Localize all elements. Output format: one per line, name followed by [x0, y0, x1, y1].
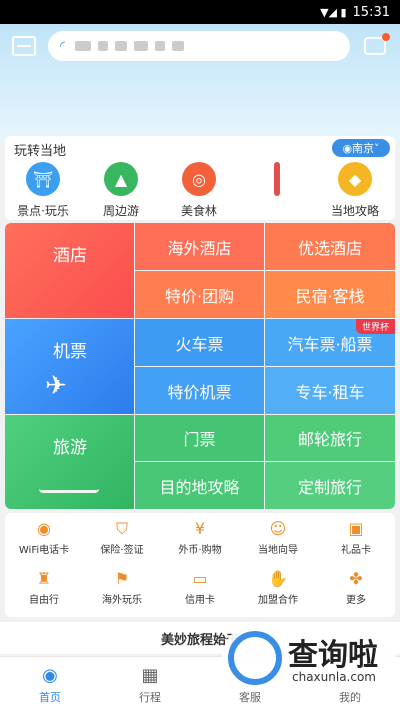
mountain-icon: ▲ [104, 162, 138, 196]
overseas-hotel-button[interactable]: 海外酒店 [135, 223, 264, 270]
more-icon: ✤ [349, 569, 363, 588]
opera-house-icon [39, 459, 99, 493]
guide-hat-icon: ☺ [269, 519, 287, 538]
scan-icon[interactable] [12, 36, 36, 56]
train-ticket-button[interactable]: 火车票 [135, 319, 264, 366]
currency-icon: ¥ [194, 519, 206, 538]
destination-guide-button[interactable]: 目的地攻略 [135, 462, 264, 509]
entry-guide[interactable]: ◆ 当地攻略 [321, 162, 389, 219]
service-overseas-fun[interactable]: ⚑ 海外玩乐 [83, 567, 161, 606]
luggage-icon: ♜ [36, 569, 52, 588]
status-bar: ▼◢ ▮ 15:31 [0, 0, 400, 24]
entry-sights[interactable]: ⛩ 景点·玩乐 [9, 162, 77, 219]
main-grid: 酒店 海外酒店 优选酒店 特价·团购 民宿·客栈 机票 ✈ 火车票 汽车票·船票… [5, 223, 395, 509]
home-icon: ◉ [42, 665, 58, 686]
city-selector[interactable]: ◉ 南京 ˅ [332, 139, 390, 157]
flight-button[interactable]: 机票 [5, 319, 134, 414]
special-groupbuy-button[interactable]: 特价·团购 [135, 271, 264, 318]
play-icon: ⚑ [114, 569, 130, 588]
watermark-title: 查询啦 [288, 638, 378, 673]
handshake-icon: ✋ [268, 569, 288, 588]
gift-card-icon: ▣ [348, 519, 364, 538]
wifi-icon: ◉ [37, 519, 51, 538]
world-cup-badge: 世界杯 [355, 319, 395, 334]
chevron-down-icon: ˅ [374, 141, 380, 155]
tab-home[interactable]: ◉ 首页 [10, 663, 90, 705]
car-rental-button[interactable]: 专车·租车 [265, 367, 395, 414]
status-time: 15:31 [352, 4, 390, 20]
services-card: ◉ WiFi电话卡 ⛉ 保险·签证 ¥ 外币·购物 ☺ 当地向导 ▣ 礼品卡 ♜ 自由行 ⚑… [5, 513, 395, 617]
service-currency[interactable]: ¥ 外币·购物 [161, 517, 239, 556]
signal-icon: ▼◢ ▮ [320, 5, 347, 19]
service-free-travel[interactable]: ♜ 自由行 [5, 567, 83, 606]
service-gift-card[interactable]: ▣ 礼品卡 [317, 517, 395, 556]
entry-partial[interactable] [243, 162, 311, 202]
guide-icon: ◆ [338, 162, 372, 196]
preferred-hotel-button[interactable]: 优选酒店 [265, 223, 395, 270]
entry-nearby[interactable]: ▲ 周边游 [87, 162, 155, 219]
service-insurance[interactable]: ⛉ 保险·签证 [83, 517, 161, 556]
custom-travel-button[interactable]: 定制旅行 [265, 462, 395, 509]
watermark: 查询啦 chaxunla.com [222, 624, 396, 692]
local-title: 玩转当地 [14, 144, 67, 159]
location-icon: ◉ [342, 141, 353, 155]
homestay-inn-button[interactable]: 民宿·客栈 [265, 271, 395, 318]
service-credit-card[interactable]: ▭ 信用卡 [161, 567, 239, 606]
ticket-button[interactable]: 门票 [135, 415, 264, 461]
shield-icon: ⛉ [115, 519, 128, 538]
service-wifi[interactable]: ◉ WiFi电话卡 [5, 517, 83, 556]
hotel-button[interactable]: 酒店 [5, 223, 134, 318]
partial-icon [274, 162, 280, 196]
watermark-url: chaxunla.com [292, 670, 376, 684]
message-icon[interactable] [364, 33, 390, 55]
special-flight-button[interactable]: 特价机票 [135, 367, 264, 414]
airplane-icon: ✈ [45, 371, 67, 401]
service-more[interactable]: ✤ 更多 [317, 567, 395, 606]
entry-food[interactable]: ◎ 美食林 [165, 162, 233, 219]
watermark-logo-icon [228, 631, 282, 685]
service-local-guide[interactable]: ☺ 当地向导 [239, 517, 317, 556]
temple-icon: ⛩ [26, 162, 60, 196]
loading-icon: ◜ [60, 38, 66, 54]
search-input[interactable]: ◜ [48, 31, 350, 61]
service-partnership[interactable]: ✋ 加盟合作 [239, 567, 317, 606]
local-card: 玩转当地 ◉ 南京 ˅ ⛩ 景点·玩乐 ▲ 周边游 ◎ 美食林 ◆ 当地攻略 [5, 136, 395, 220]
credit-card-icon: ▭ [192, 569, 208, 588]
food-icon: ◎ [182, 162, 216, 196]
cruise-button[interactable]: 邮轮旅行 [265, 415, 395, 461]
